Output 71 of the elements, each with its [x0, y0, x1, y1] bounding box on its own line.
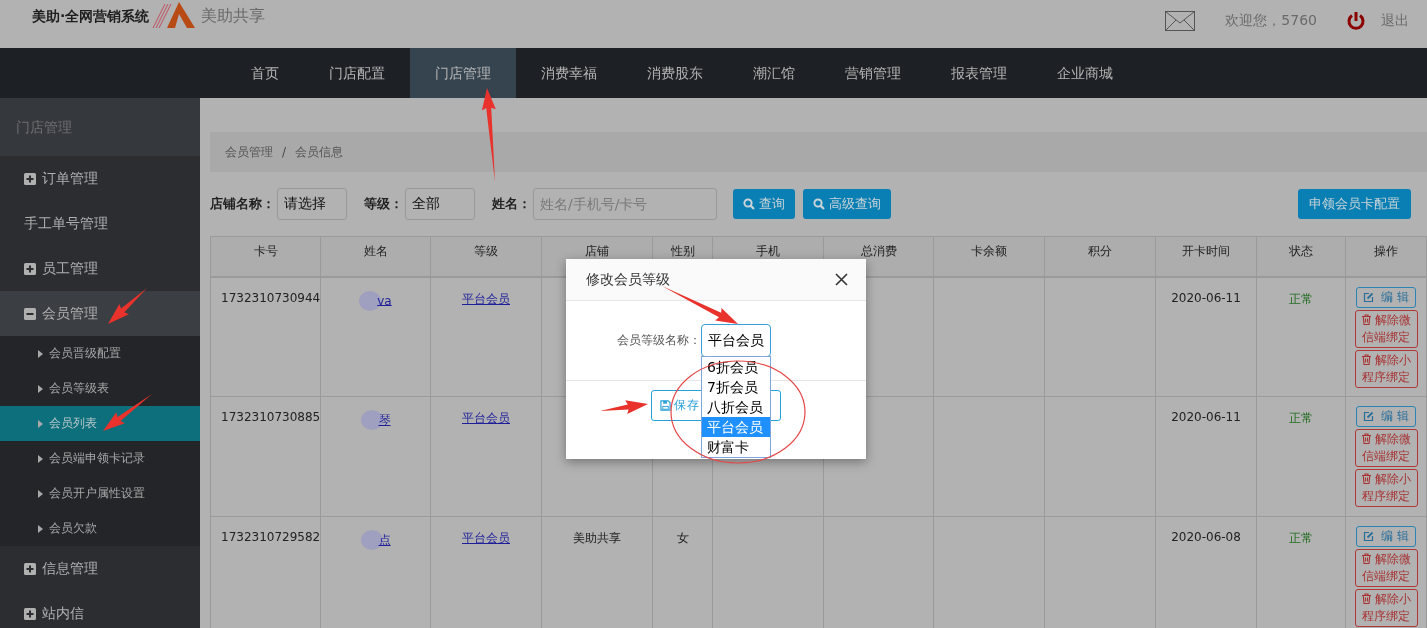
advanced-search-button[interactable]: 高级查询 — [803, 189, 891, 219]
unbind-button[interactable]: 解除微信端绑定 — [1354, 429, 1418, 467]
nav-tab[interactable]: 企业商城 — [1032, 48, 1138, 98]
table-cell: 美助共享 — [573, 531, 621, 545]
nav-tab[interactable]: 报表管理 — [926, 48, 1032, 98]
unbind-button[interactable]: 解除微信端绑定 — [1354, 309, 1418, 348]
table-cell: 1732310729582 — [221, 530, 321, 544]
dropdown-option[interactable]: 八折会员 — [702, 397, 770, 417]
unbind-button[interactable]: 解除微信端绑定 — [1354, 549, 1418, 587]
field-label: 会员等级名称： — [617, 332, 701, 349]
table-cell: 1732310730885 — [221, 410, 321, 424]
level-link[interactable]: 平台会员 — [462, 531, 510, 545]
dropdown-option[interactable]: 6折会员 — [702, 357, 770, 377]
field-label: 店铺名称： — [210, 195, 275, 213]
breadcrumb-separator: / — [282, 145, 287, 159]
sidebar-group[interactable]: 订单管理 — [0, 156, 200, 201]
column-header: 开卡时间 — [1155, 236, 1257, 277]
level-select[interactable]: 全部 — [405, 188, 475, 220]
nav-tab[interactable]: 门店管理 — [410, 48, 516, 98]
sidebar-item[interactable]: 手工单号管理 — [0, 201, 200, 246]
column-header: 卡号 — [210, 236, 321, 277]
table-cell: 女 — [676, 531, 689, 545]
nav-tab[interactable]: 门店配置 — [304, 48, 410, 98]
column-header: 积分 — [1044, 236, 1156, 277]
sidebar-group[interactable]: 员工管理 — [0, 246, 200, 291]
sidebar-item[interactable]: 会员开户属性设置 — [0, 476, 200, 511]
sidebar-item[interactable]: 会员列表 — [0, 406, 200, 441]
unbind-button[interactable]: 解除小程序绑定 — [1354, 589, 1418, 627]
status-text: 正常 — [1289, 291, 1313, 306]
table-cell: 2020-06-11 — [1171, 290, 1241, 305]
dropdown-option[interactable]: 平台会员 — [702, 417, 770, 437]
column-header: 卡余额 — [933, 236, 1045, 277]
sidebar-item[interactable]: 会员等级表 — [0, 371, 200, 406]
nav-tab[interactable]: 消费股东 — [622, 48, 728, 98]
nav-tab[interactable]: 营销管理 — [820, 48, 926, 98]
nav-tab[interactable]: 潮汇馆 — [728, 48, 820, 98]
sidebar-group[interactable]: 站内信 — [0, 591, 200, 628]
breadcrumb-item[interactable]: 会员信息 — [295, 143, 344, 161]
status-text: 正常 — [1289, 411, 1313, 425]
field-label: 等级： — [364, 195, 403, 213]
level-link[interactable]: 平台会员 — [462, 291, 510, 306]
field-label: 姓名： — [492, 195, 531, 213]
search-button[interactable]: 查询 — [733, 189, 795, 219]
sidebar-group[interactable]: 会员管理 — [0, 291, 200, 336]
logo-text: 美助共享 — [201, 5, 266, 27]
column-header: 姓名 — [320, 236, 431, 277]
column-header: 状态 — [1256, 236, 1346, 277]
unbind-button[interactable]: 解除小程序绑定 — [1354, 349, 1418, 388]
dropdown-option[interactable]: 财富卡 — [702, 437, 770, 457]
status-text: 正常 — [1289, 531, 1313, 545]
table-cell: 2020-06-11 — [1171, 410, 1241, 424]
unbind-button[interactable]: 解除小程序绑定 — [1354, 469, 1418, 507]
welcome-text: 欢迎您，5760 — [1225, 12, 1317, 30]
sidebar-item[interactable]: 会员欠款 — [0, 511, 200, 546]
table-cell: 2020-06-08 — [1171, 530, 1241, 544]
breadcrumb-item[interactable]: 会员管理 — [225, 143, 273, 161]
column-header: 等级 — [430, 236, 542, 277]
card-config-button[interactable]: 申领会员卡配置 — [1298, 189, 1411, 219]
level-link[interactable]: 平台会员 — [462, 411, 510, 425]
member-name-link[interactable]: 琴 — [378, 412, 391, 427]
brand-title: 美助·全网营销系统 — [32, 8, 150, 26]
sidebar-item[interactable]: 会员晋级配置 — [0, 336, 200, 371]
sidebar-group[interactable]: 信息管理 — [0, 546, 200, 591]
table-cell: 1732310730944 — [221, 290, 321, 305]
nav-tab[interactable]: 消费幸福 — [516, 48, 622, 98]
member-name-link[interactable]: 点 — [378, 532, 391, 547]
store-select[interactable]: 请选择 — [277, 188, 347, 220]
member-name-link[interactable]: va — [377, 293, 392, 307]
nav-tab[interactable]: 首页 — [226, 48, 304, 98]
column-header: 操作 — [1345, 236, 1427, 277]
sidebar-item[interactable]: 会员端申领卡记录 — [0, 441, 200, 476]
